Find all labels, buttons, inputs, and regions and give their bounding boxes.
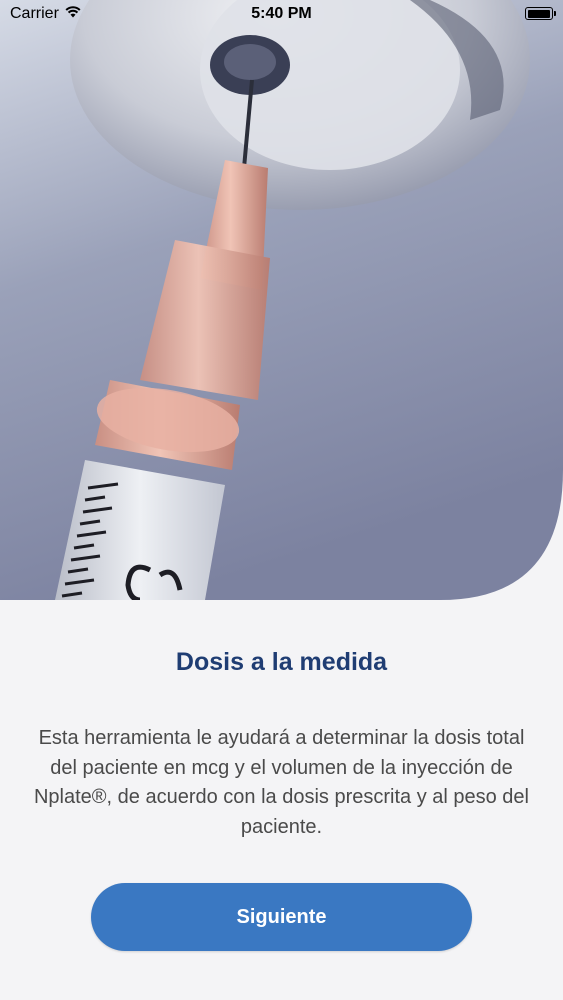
status-bar: Carrier 5:40 PM (0, 0, 563, 30)
intro-description: Esta herramienta le ayudará a determinar… (33, 727, 529, 838)
syringe-barrel-shape (55, 460, 225, 600)
hero-image (0, 0, 563, 600)
next-button[interactable]: Siguiente (91, 883, 472, 951)
battery-icon (525, 7, 556, 20)
status-time: 5:40 PM (251, 5, 312, 22)
page-title: Dosis a la medida (175, 648, 388, 676)
battery-level (527, 9, 550, 18)
